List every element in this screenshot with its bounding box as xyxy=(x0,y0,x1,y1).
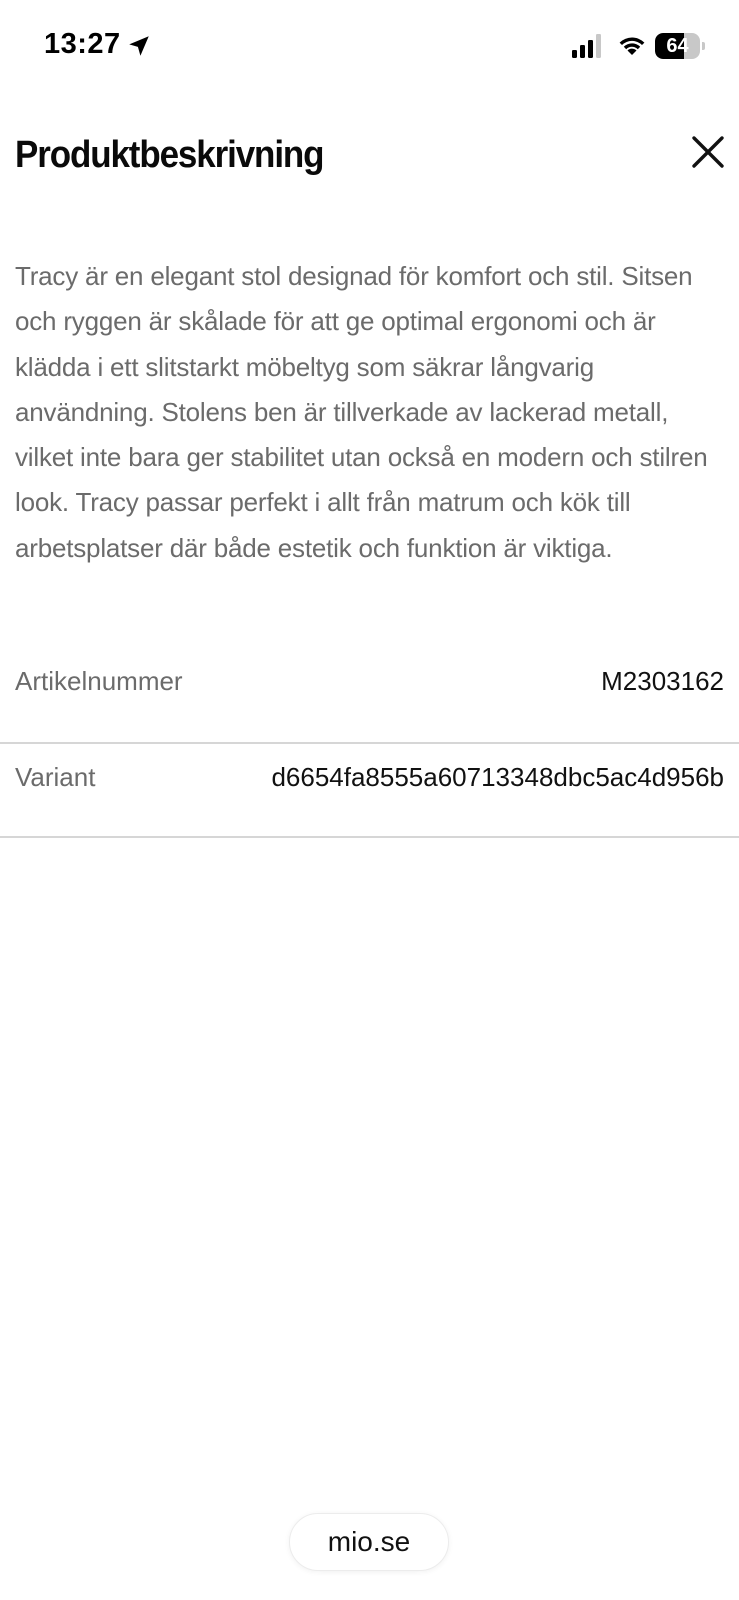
product-description: Tracy är en elegant stol designad för ko… xyxy=(15,261,708,563)
battery-cap xyxy=(702,42,705,50)
battery-level-text: 64 xyxy=(666,35,689,57)
close-icon[interactable] xyxy=(690,134,726,170)
wifi-icon xyxy=(619,37,645,55)
page-title: Produktbeskrivning xyxy=(15,134,325,176)
detail-label: Variant xyxy=(15,762,96,792)
battery-icon: 64 xyxy=(655,33,705,59)
detail-value: d6654fa8555a60713348dbc5ac4d956b xyxy=(271,762,724,792)
detail-row-variant: Variant d6654fa8555a60713348dbc5ac4d956b xyxy=(0,744,739,838)
location-arrow-icon xyxy=(129,36,149,56)
product-details-list: Artikelnummer M2303162 Variant d6654fa85… xyxy=(0,648,739,838)
browser-url-pill[interactable]: mio.se xyxy=(289,1513,449,1571)
battery-body: 64 xyxy=(655,33,700,59)
detail-row-article-number: Artikelnummer M2303162 xyxy=(0,648,739,744)
cellular-signal-icon xyxy=(572,34,601,58)
sheet-header: Produktbeskrivning xyxy=(0,120,739,192)
status-time: 13:27 xyxy=(44,28,121,60)
status-bar: 13:27 64 xyxy=(0,0,739,96)
detail-value: M2303162 xyxy=(601,666,724,696)
detail-label: Artikelnummer xyxy=(15,666,183,696)
